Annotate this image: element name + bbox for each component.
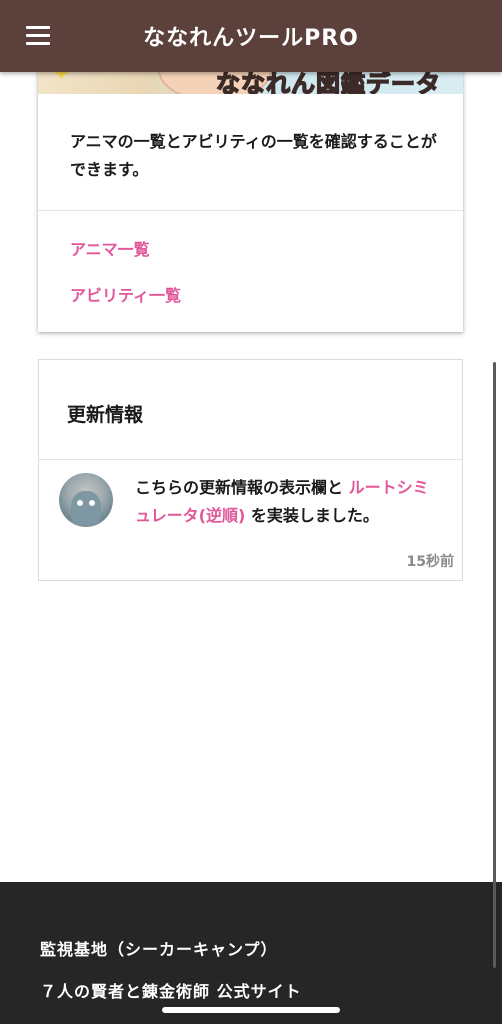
top-app-bar: ななれんツールPRO: [0, 0, 502, 72]
footer-link-official-site[interactable]: ７人の賢者と錬金術師 公式サイト: [40, 978, 302, 1002]
update-text-before: こちらの更新情報の表示欄と: [135, 478, 344, 497]
app-title: ななれんツールPRO: [143, 26, 359, 51]
anima-list-link[interactable]: アニマ一覧: [70, 236, 150, 260]
divider: [38, 210, 463, 211]
avatar: [59, 473, 113, 527]
update-entry-text: こちらの更新情報の表示欄と ルートシミュレータ(逆順) を実装しました。: [135, 474, 435, 530]
divider: [39, 459, 462, 460]
update-timestamp: 15秒前: [406, 554, 454, 570]
zukan-description: アニマの一覧とアビリティの一覧を確認することができます。: [70, 132, 437, 179]
ability-list-link[interactable]: アビリティ一覧: [70, 282, 181, 306]
scrollbar[interactable]: [493, 362, 496, 968]
updates-card: 更新情報 こちらの更新情報の表示欄と ルートシミュレータ(逆順) を実装しました…: [38, 359, 463, 581]
updates-title: 更新情報: [67, 404, 144, 426]
zukan-card: ✦ ✦ ななれん図鑑データ アニマの一覧とアビリティの一覧を確認することができま…: [38, 56, 463, 332]
footer-link-seeker-camp[interactable]: 監視基地（シーカーキャンプ）: [40, 936, 278, 960]
update-text-after: を実装しました。: [250, 506, 379, 525]
footer: 監視基地（シーカーキャンプ） ７人の賢者と錬金術師 公式サイト: [0, 882, 502, 1024]
home-indicator: [162, 1007, 340, 1013]
